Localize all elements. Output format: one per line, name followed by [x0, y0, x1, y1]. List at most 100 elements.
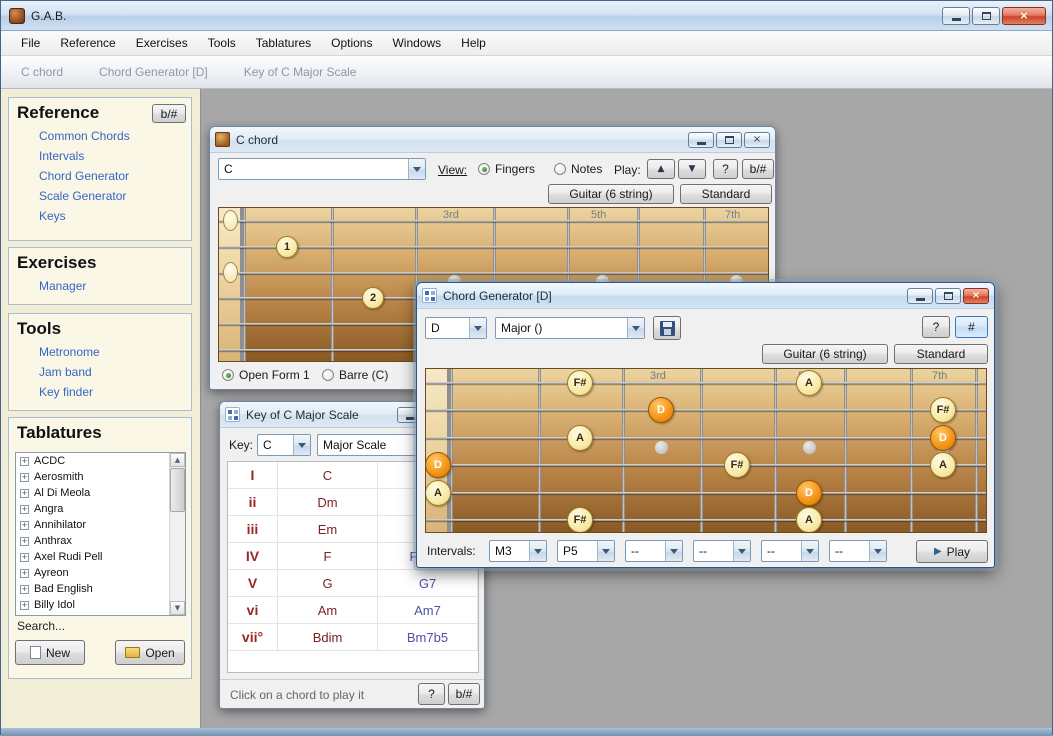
tablature-item-bad-english[interactable]: +Bad English [16, 581, 185, 597]
tab-key-of-c-major-scale[interactable]: Key of C Major Scale [244, 65, 357, 79]
interval-combo-2[interactable]: P5 [557, 540, 615, 562]
chord-cell[interactable]: C [278, 462, 378, 488]
search-label[interactable]: Search... [17, 619, 65, 633]
reference-keys[interactable]: Keys [9, 206, 191, 226]
help-button[interactable]: ? [922, 316, 950, 338]
interval-combo-5[interactable]: -- [761, 540, 819, 562]
reference-scale-generator[interactable]: Scale Generator [9, 186, 191, 206]
play-button[interactable]: ▶Play [916, 540, 988, 563]
note-fsharp-string-4[interactable]: F# [724, 452, 750, 478]
chord-cell[interactable]: Em [278, 516, 378, 542]
expand-plus-icon[interactable]: + [20, 585, 29, 594]
tablature-item-annihilator[interactable]: +Annihilator [16, 517, 185, 533]
menu-reference[interactable]: Reference [50, 32, 125, 54]
tablature-item-al-di-meola[interactable]: +Al Di Meola [16, 485, 185, 501]
guitar-tuning-button[interactable]: Guitar (6 string) [762, 344, 888, 364]
seventh-chord-cell[interactable]: G7 [378, 570, 478, 596]
reference-common-chords[interactable]: Common Chords [9, 126, 191, 146]
tablature-item-axel-rudi-pell[interactable]: +Axel Rudi Pell [16, 549, 185, 565]
chord-cell[interactable]: Dm [278, 489, 378, 515]
note-fsharp-string-1[interactable]: F# [567, 370, 593, 396]
note-a-string-5[interactable]: A [425, 480, 451, 506]
save-button[interactable] [653, 316, 681, 340]
maximize-button[interactable] [935, 288, 961, 304]
expand-plus-icon[interactable]: + [20, 537, 29, 546]
minimize-button[interactable] [942, 7, 970, 25]
menu-tablatures[interactable]: Tablatures [246, 32, 321, 54]
finger-marker-2[interactable]: 2 [362, 287, 384, 309]
close-button[interactable]: × [963, 288, 989, 304]
expand-plus-icon[interactable]: + [20, 553, 29, 562]
root-note-select[interactable]: D [425, 317, 487, 339]
generator-fretboard[interactable]: 3rd5th7thF#ADF#ADDF#AADF#A [425, 368, 987, 533]
tab-chord-generator-d[interactable]: Chord Generator [D] [99, 65, 208, 79]
interval-combo-4[interactable]: -- [693, 540, 751, 562]
tools-metronome[interactable]: Metronome [9, 342, 191, 362]
chord-cell[interactable]: G [278, 570, 378, 596]
help-button[interactable]: ? [418, 683, 445, 705]
flat-sharp-toggle-button[interactable]: b/# [742, 159, 774, 179]
seventh-chord-cell[interactable]: Am7 [378, 597, 478, 623]
chord-cell[interactable]: F [278, 543, 378, 569]
menu-exercises[interactable]: Exercises [126, 32, 198, 54]
guitar-tuning-button[interactable]: Guitar (6 string) [548, 184, 674, 204]
barre-form-radio[interactable]: Barre (C) [322, 368, 388, 382]
reference-intervals[interactable]: Intervals [9, 146, 191, 166]
tools-key-finder[interactable]: Key finder [9, 382, 191, 402]
close-button[interactable]: × [1002, 7, 1046, 25]
expand-plus-icon[interactable]: + [20, 521, 29, 530]
minimize-button[interactable] [688, 132, 714, 148]
root-note-d-string-2[interactable]: D [648, 397, 674, 423]
note-a-string-4[interactable]: A [930, 452, 956, 478]
chord-generator-window[interactable]: Chord Generator [D] × D Major () ? # Gui… [416, 282, 995, 568]
sharp-toggle-button[interactable]: # [955, 316, 988, 338]
minimize-button[interactable] [907, 288, 933, 304]
seventh-chord-cell[interactable]: Bm7b5 [378, 624, 478, 650]
expand-plus-icon[interactable]: + [20, 473, 29, 482]
note-a-string-1[interactable]: A [796, 370, 822, 396]
tab-c-chord[interactable]: C chord [21, 65, 63, 79]
tools-jam-band[interactable]: Jam band [9, 362, 191, 382]
tablature-list[interactable]: ▲ ▼ +ACDC+Aerosmith+Al Di Meola+Angra+An… [15, 452, 186, 616]
scrollbar-thumb[interactable] [170, 468, 185, 512]
tablature-item-angra[interactable]: +Angra [16, 501, 185, 517]
tablature-item-acdc[interactable]: +ACDC [16, 453, 185, 469]
tablature-item-billy-idol[interactable]: +Billy Idol [16, 597, 185, 613]
tablature-item-aerosmith[interactable]: +Aerosmith [16, 469, 185, 485]
expand-plus-icon[interactable]: + [20, 489, 29, 498]
chord-cell[interactable]: Am [278, 597, 378, 623]
interval-combo-1[interactable]: M3 [489, 540, 547, 562]
scrollbar[interactable]: ▲ ▼ [169, 453, 185, 615]
root-note-d-string-3[interactable]: D [930, 425, 956, 451]
reference-chord-generator[interactable]: Chord Generator [9, 166, 191, 186]
chord-type-select[interactable]: Major () [495, 317, 645, 339]
expand-plus-icon[interactable]: + [20, 601, 29, 610]
menu-help[interactable]: Help [451, 32, 496, 54]
expand-plus-icon[interactable]: + [20, 505, 29, 514]
expand-plus-icon[interactable]: + [20, 569, 29, 578]
standard-tuning-button[interactable]: Standard [680, 184, 772, 204]
note-fsharp-string-6[interactable]: F# [567, 507, 593, 533]
note-a-string-6[interactable]: A [796, 507, 822, 533]
play-down-button[interactable]: ▼ [678, 159, 706, 179]
note-fsharp-string-2[interactable]: F# [930, 397, 956, 423]
key-select[interactable]: C [257, 434, 311, 456]
chord-select[interactable]: C [218, 158, 426, 180]
tablature-item-anthrax[interactable]: +Anthrax [16, 533, 185, 549]
chord-cell[interactable]: Bdim [278, 624, 378, 650]
scroll-down-icon[interactable]: ▼ [170, 601, 185, 615]
menu-options[interactable]: Options [321, 32, 382, 54]
maximize-button[interactable] [716, 132, 742, 148]
play-up-button[interactable]: ▲ [647, 159, 675, 179]
c-chord-titlebar[interactable]: C chord × [210, 127, 775, 153]
note-a-string-3[interactable]: A [567, 425, 593, 451]
flat-sharp-toggle-button[interactable]: b/# [448, 683, 480, 705]
new-button[interactable]: New [15, 640, 85, 665]
menu-windows[interactable]: Windows [382, 32, 451, 54]
interval-combo-3[interactable]: -- [625, 540, 683, 562]
fingers-radio[interactable]: Fingers [478, 162, 535, 176]
flat-sharp-button[interactable]: b/# [152, 104, 186, 123]
open-form-radio[interactable]: Open Form 1 [222, 368, 310, 382]
help-button[interactable]: ? [713, 159, 738, 179]
menu-tools[interactable]: Tools [198, 32, 246, 54]
